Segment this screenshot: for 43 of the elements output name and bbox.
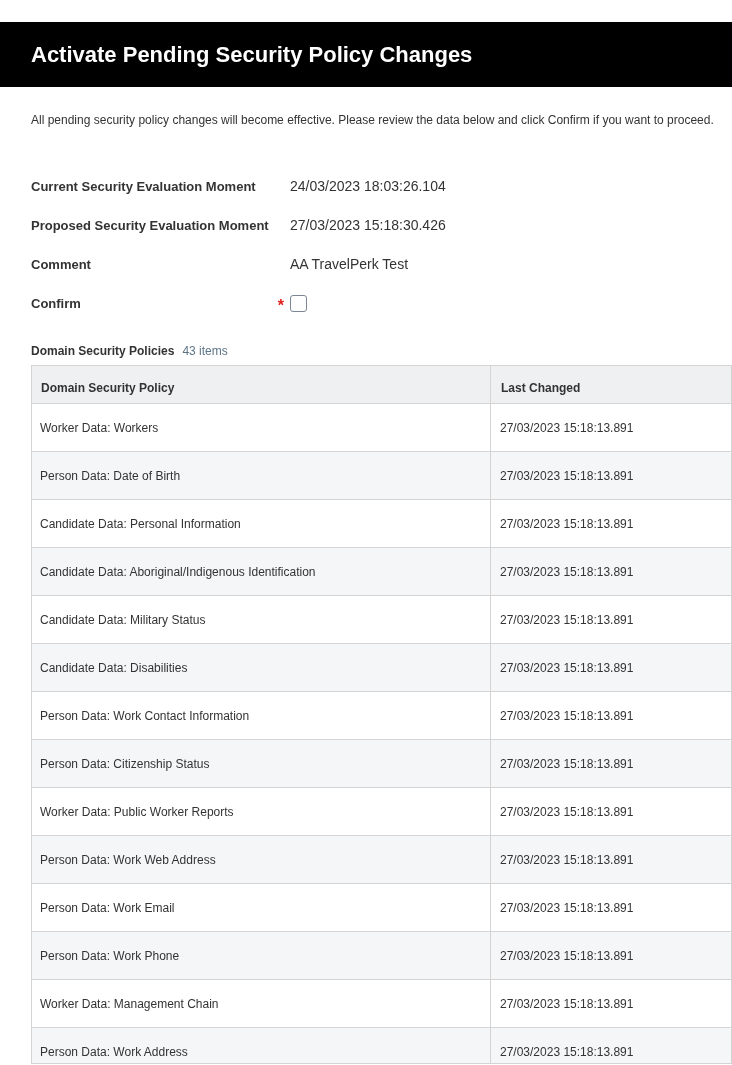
table-cell: Candidate Data: Military Status	[32, 596, 491, 643]
field-label: Proposed Security Evaluation Moment	[31, 216, 269, 235]
table-cell: Person Data: Date of Birth	[32, 452, 491, 499]
table-cell: Person Data: Work Contact Information	[32, 692, 491, 739]
field-value: AA TravelPerk Test	[290, 255, 408, 274]
field-value: 24/03/2023 18:03:26.104	[290, 177, 446, 196]
table-cell-text: 27/03/2023 15:18:13.891	[499, 611, 635, 629]
table-cell: Person Data: Work Phone	[32, 932, 491, 979]
confirm-checkbox[interactable]	[290, 295, 307, 312]
table-cell: Candidate Data: Aboriginal/Indigenous Identification	[32, 548, 491, 595]
table-cell: Person Data: Work Address	[32, 1028, 491, 1063]
table-cell: Candidate Data: Personal Information	[32, 500, 491, 547]
table-cell-text: 27/03/2023 15:18:13.891	[499, 899, 635, 917]
table-cell-text: 27/03/2023 15:18:13.891	[499, 419, 635, 437]
table-cell-text: 27/03/2023 15:18:13.891	[499, 995, 635, 1013]
table-cell-text: 27/03/2023 15:18:13.891	[499, 755, 635, 773]
table-cell-text: 27/03/2023 15:18:13.891	[499, 803, 635, 821]
table-cell-text: 27/03/2023 15:18:13.891	[499, 659, 635, 677]
table-cell-text: 27/03/2023 15:18:13.891	[499, 515, 635, 533]
item-count: 43 items	[182, 343, 228, 360]
section-title: Domain Security Policies	[31, 343, 175, 360]
table-cell: Person Data: Citizenship Status	[32, 740, 491, 787]
table-cell: Person Data: Work Email	[32, 884, 491, 931]
table-cell-text: 27/03/2023 15:18:13.891	[499, 851, 635, 869]
field-label: Current Security Evaluation Moment	[31, 177, 256, 196]
description-text: All pending security policy changes will become effective. Please review the data below and click Confirm if you want to proceed.	[31, 113, 715, 127]
column-header: Domain Security Policy	[32, 366, 491, 403]
table-cell: Person Data: Work Web Address	[32, 836, 491, 883]
column-header: Last Changed	[500, 380, 582, 397]
field-value: 27/03/2023 15:18:30.426	[290, 216, 446, 235]
page-title: Activate Pending Security Policy Changes	[31, 43, 473, 66]
required-mark: *	[277, 297, 284, 314]
table-cell-text: 27/03/2023 15:18:13.891	[499, 467, 635, 485]
table-cell-text: 27/03/2023 15:18:13.891	[499, 563, 635, 581]
table-cell-text: 27/03/2023 15:18:13.891	[499, 947, 635, 965]
table-cell: Worker Data: Public Worker Reports	[32, 788, 491, 835]
field-label: Confirm	[31, 294, 81, 313]
field-label: Comment	[31, 255, 91, 274]
table-cell-text: 27/03/2023 15:18:13.891	[499, 707, 635, 725]
table-cell: Worker Data: Workers	[32, 404, 491, 451]
table-cell: Candidate Data: Disabilities	[32, 644, 491, 691]
table-cell: Worker Data: Management Chain	[32, 980, 491, 1027]
table-cell-text: 27/03/2023 15:18:13.891	[499, 1043, 635, 1061]
